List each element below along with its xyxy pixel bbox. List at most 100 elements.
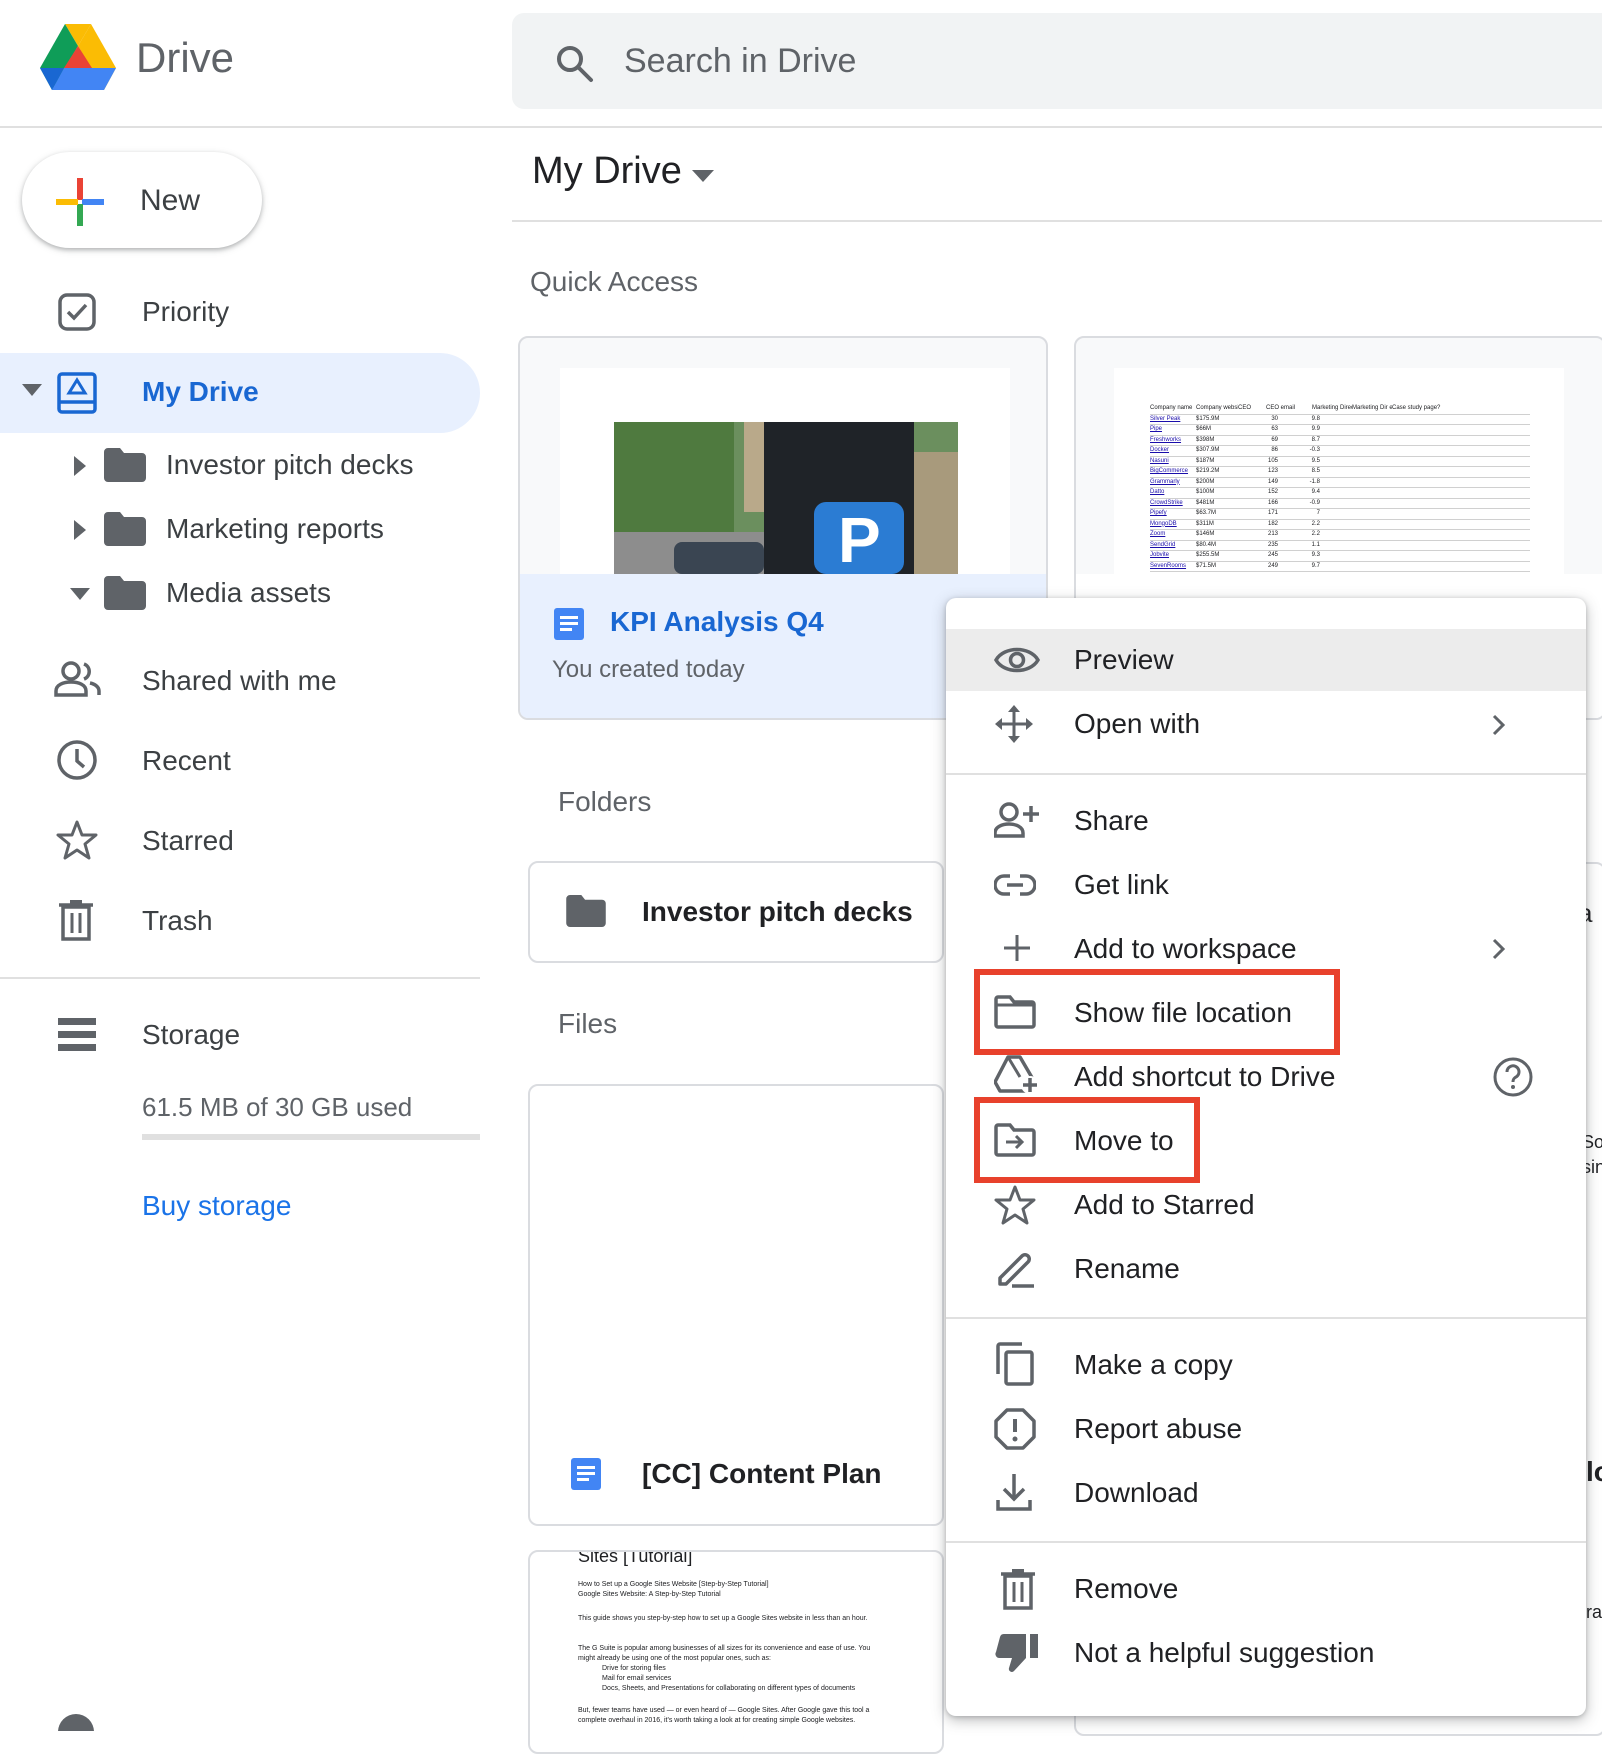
sheet-row: Pipefy$63.7M1717	[1150, 509, 1530, 520]
folder-icon	[104, 576, 146, 610]
peek-text: lo	[1586, 1456, 1602, 1488]
sheet-cell: 235	[1238, 541, 1278, 551]
storage-used-text: 61.5 MB of 30 GB used	[142, 1092, 412, 1123]
sheet-cell: Zoom	[1150, 530, 1196, 540]
search-input[interactable]	[624, 26, 1324, 96]
menu-item-label: Report abuse	[1074, 1413, 1242, 1445]
admin-gear-icon[interactable]	[56, 1712, 96, 1731]
menu-item-open-with[interactable]	[946, 693, 1586, 755]
sidebar-divider	[0, 977, 480, 979]
sheet-cell: CrowdStrike	[1150, 499, 1196, 509]
sheet-cell: 213	[1238, 530, 1278, 540]
sidebar-folder-label: Media assets	[166, 577, 331, 609]
sheet-cell: $307.9M	[1196, 446, 1238, 456]
caret-down-icon[interactable]	[70, 588, 90, 600]
folder-icon	[566, 895, 606, 927]
sheet-cell: $71.5M	[1196, 562, 1238, 572]
files-heading: Files	[558, 1008, 617, 1040]
sidebar-folder-label: Investor pitch decks	[166, 449, 413, 481]
sheet-cell: $175.9M	[1196, 415, 1238, 425]
menu-item-make-copy[interactable]	[946, 1333, 1586, 1395]
buy-storage-link[interactable]: Buy storage	[142, 1190, 291, 1222]
sheet-cell: 9.8	[1278, 415, 1320, 425]
sheet-thumbnail: Company nameCompany websiteCEOCEO emailM…	[1114, 368, 1564, 574]
download-icon	[994, 1472, 1034, 1512]
sidebar-item-label: Starred	[142, 825, 234, 857]
search-icon[interactable]	[554, 43, 594, 83]
sheet-cell: Pipefy	[1150, 509, 1196, 519]
file-card-label: [CC] Content Plan	[642, 1458, 882, 1490]
help-icon[interactable]	[1492, 1056, 1534, 1098]
main-divider	[512, 220, 1602, 222]
menu-item-share[interactable]	[946, 789, 1586, 851]
caret-down-icon[interactable]	[22, 384, 42, 396]
sheet-cell: 123	[1238, 467, 1278, 477]
sheet-row: Nasuni$187M1059.5	[1150, 457, 1530, 468]
sheet-cell: $481M	[1196, 499, 1238, 509]
new-button-label: New	[140, 184, 200, 218]
sheet-cell: 166	[1238, 499, 1278, 509]
drive-logo-icon[interactable]	[40, 22, 116, 90]
sidebar-item-label: Storage	[142, 1019, 240, 1051]
menu-item-preview[interactable]	[946, 629, 1586, 691]
menu-item-download[interactable]	[946, 1461, 1586, 1523]
sheet-cell: Pipe	[1150, 425, 1196, 435]
pencil-icon	[994, 1248, 1036, 1288]
caret-down-icon[interactable]	[692, 170, 714, 182]
menu-item-report-abuse[interactable]	[946, 1397, 1586, 1459]
menu-item-remove[interactable]	[946, 1557, 1586, 1619]
plus-icon	[54, 176, 106, 228]
chevron-right-icon	[1492, 938, 1506, 960]
menu-item-label: Download	[1074, 1477, 1199, 1509]
trash-icon	[58, 899, 94, 941]
sheet-cell: SevenRooms	[1150, 562, 1196, 572]
sheet-cell: 86	[1238, 446, 1278, 456]
sheet-cell: 2.2	[1278, 530, 1320, 540]
sheet-cell: 182	[1238, 520, 1278, 530]
sheet-cell: Docker	[1150, 446, 1196, 456]
sheet-cell: 8.5	[1278, 467, 1320, 477]
sheet-cell: $187M	[1196, 457, 1238, 467]
sheet-cell: Company name	[1150, 404, 1196, 414]
sheet-cell: $255.5M	[1196, 551, 1238, 561]
menu-item-label: Not a helpful suggestion	[1074, 1637, 1374, 1669]
sheet-cell: $100M	[1196, 488, 1238, 498]
sheet-cell: $80.4M	[1196, 541, 1238, 551]
menu-item-rename[interactable]	[946, 1237, 1586, 1299]
sheet-cell: 152	[1238, 488, 1278, 498]
file-card[interactable]: Sites [Tutorial] How to Set up a Google …	[528, 1550, 944, 1754]
sheet-cell: 245	[1238, 551, 1278, 561]
menu-item-label: Rename	[1074, 1253, 1180, 1285]
menu-item-add-to-starred[interactable]	[946, 1173, 1586, 1235]
star-icon	[994, 1184, 1036, 1226]
add-person-icon	[994, 802, 1040, 838]
sidebar-item-label: My Drive	[142, 376, 259, 408]
link-icon	[994, 874, 1036, 896]
sheet-cell: 2.2	[1278, 520, 1320, 530]
sheet-row: MongoDB$311M1822.2	[1150, 520, 1530, 531]
sheet-cell: Company website	[1196, 404, 1238, 414]
star-icon	[56, 819, 98, 861]
folder-icon	[104, 448, 146, 482]
card-subtitle: You created today	[552, 656, 745, 684]
sheet-row: Freshworks$398M698.7	[1150, 436, 1530, 447]
sheet-row: Docker$307.9M86-0.3	[1150, 446, 1530, 457]
menu-item-get-link[interactable]	[946, 853, 1586, 915]
caret-right-icon[interactable]	[74, 520, 86, 540]
folder-card-label: Investor pitch decks	[642, 896, 913, 928]
sheet-row: SendGrid$80.4M2351.1	[1150, 541, 1530, 552]
caret-right-icon[interactable]	[74, 456, 86, 476]
sheet-cell: 171	[1238, 509, 1278, 519]
quick-access-heading: Quick Access	[530, 266, 698, 298]
doc-preview-text: How to Set up a Google Sites Website [St…	[578, 1580, 908, 1726]
sheet-cell: 105	[1238, 457, 1278, 467]
sheet-row: CrowdStrike$481M166-0.9	[1150, 499, 1530, 510]
drive-shortcut-icon	[994, 1055, 1040, 1095]
doc-preview-heading: Sites [Tutorial]	[578, 1550, 692, 1567]
sheet-cell: -1.8	[1278, 478, 1320, 488]
sheet-cell: -0.3	[1278, 446, 1320, 456]
sheet-cell: 9.3	[1278, 551, 1320, 561]
page-title[interactable]: My Drive	[532, 150, 682, 193]
sidebar-folder-label: Marketing reports	[166, 513, 384, 545]
sheet-row: Datto$100M1529.4	[1150, 488, 1530, 499]
